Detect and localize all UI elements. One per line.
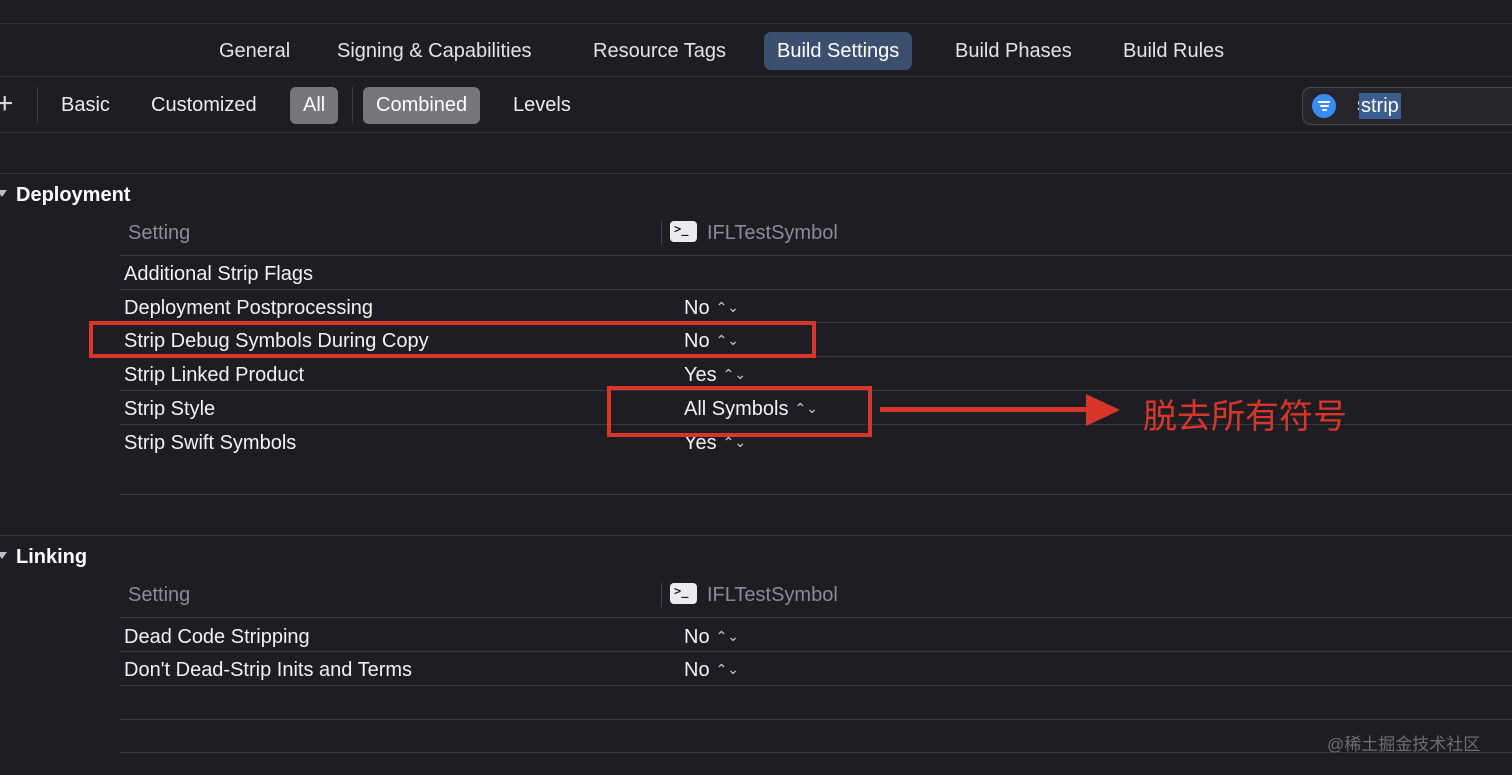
search-input[interactable]: [1357, 91, 1512, 119]
tab-signing-capabilities[interactable]: Signing & Capabilities: [324, 32, 545, 70]
tab-resource-tags[interactable]: Resource Tags: [580, 32, 739, 70]
stepper-icon: ⌃⌄: [715, 628, 740, 644]
filter-levels[interactable]: Levels: [500, 87, 584, 124]
section-title-deployment[interactable]: Deployment: [16, 184, 130, 207]
section-title-linking[interactable]: Linking: [16, 546, 87, 569]
row-divider: [120, 289, 1512, 290]
annotation-arrow-line: [880, 407, 1090, 412]
value-deployment-postprocessing[interactable]: No ⌃⌄: [684, 297, 739, 320]
filter-combined[interactable]: Combined: [363, 87, 481, 124]
disclosure-triangle-icon[interactable]: [0, 552, 7, 559]
column-divider: [661, 221, 662, 245]
row-divider: [120, 685, 1512, 686]
terminal-target-icon: >_: [670, 583, 697, 604]
stepper-icon: ⌃⌄: [715, 332, 740, 348]
disclosure-triangle-icon[interactable]: [0, 190, 7, 197]
value-strip-swift-symbols[interactable]: Yes ⌃⌄: [684, 432, 746, 455]
row-divider: [120, 356, 1512, 357]
setting-deployment-postprocessing[interactable]: Deployment Postprocessing: [124, 297, 373, 320]
column-header-target: IFLTestSymbol: [707, 584, 838, 606]
filter-icon: [1312, 94, 1336, 118]
row-divider: [120, 719, 1512, 720]
filter-divider: [352, 87, 353, 123]
row-divider: [120, 752, 1512, 753]
filter-divider: [37, 87, 38, 123]
setting-strip-debug-symbols-during-copy[interactable]: Strip Debug Symbols During Copy: [124, 330, 429, 353]
watermark: @稀土掘金技术社区: [1327, 735, 1481, 754]
row-divider: [120, 617, 1512, 618]
tab-build-rules[interactable]: Build Rules: [1110, 32, 1237, 70]
column-header-target: IFLTestSymbol: [707, 222, 838, 244]
stepper-icon: ⌃⌄: [722, 434, 747, 450]
value-strip-style[interactable]: All Symbols ⌃⌄: [684, 398, 818, 421]
setting-strip-style[interactable]: Strip Style: [124, 398, 215, 421]
row-divider: [120, 322, 1512, 323]
stepper-icon: ⌃⌄: [794, 400, 818, 416]
stepper-icon: ⌃⌄: [715, 661, 740, 677]
annotation-arrow-head-icon: [1086, 394, 1120, 426]
setting-strip-linked-product[interactable]: Strip Linked Product: [124, 364, 304, 387]
tab-build-phases[interactable]: Build Phases: [942, 32, 1085, 70]
column-divider: [661, 583, 662, 607]
content-top-divider: [0, 173, 1512, 174]
stepper-icon: ⌃⌄: [722, 366, 747, 382]
filter-customized[interactable]: Customized: [138, 87, 270, 124]
row-divider: [120, 651, 1512, 652]
column-header-setting: Setting: [128, 584, 191, 606]
value-dead-code-stripping[interactable]: No ⌃⌄: [684, 626, 739, 649]
tab-general[interactable]: General: [206, 32, 303, 70]
stepper-icon: ⌃⌄: [715, 299, 740, 315]
value-dont-dead-strip-inits-and-terms[interactable]: No ⌃⌄: [684, 659, 739, 682]
row-divider: [120, 494, 1512, 495]
setting-strip-swift-symbols[interactable]: Strip Swift Symbols: [124, 432, 296, 455]
annotation-text: 脱去所有符号: [1143, 398, 1347, 436]
filterbar-divider: [0, 132, 1512, 133]
terminal-target-icon: >_: [670, 221, 697, 242]
row-divider: [120, 255, 1512, 256]
setting-dont-dead-strip-inits-and-terms[interactable]: Don't Dead-Strip Inits and Terms: [124, 659, 412, 682]
tab-build-settings[interactable]: Build Settings: [764, 32, 913, 70]
filter-bar: + Basic Customized All Combined Levels: [0, 77, 1512, 133]
value-strip-linked-product[interactable]: Yes ⌃⌄: [684, 364, 746, 387]
section-divider: [0, 535, 1512, 536]
value-strip-debug-symbols-during-copy[interactable]: No ⌃⌄: [684, 330, 739, 353]
search-field[interactable]: strip: [1302, 87, 1512, 125]
column-header-setting: Setting: [128, 222, 191, 244]
filter-all[interactable]: All: [290, 87, 339, 124]
editor-tab-bar: General Signing & Capabilities Resource …: [0, 24, 1512, 76]
setting-additional-strip-flags[interactable]: Additional Strip Flags: [124, 263, 313, 286]
setting-dead-code-stripping[interactable]: Dead Code Stripping: [124, 626, 310, 649]
filter-basic[interactable]: Basic: [48, 87, 123, 124]
add-setting-button[interactable]: +: [0, 89, 14, 119]
